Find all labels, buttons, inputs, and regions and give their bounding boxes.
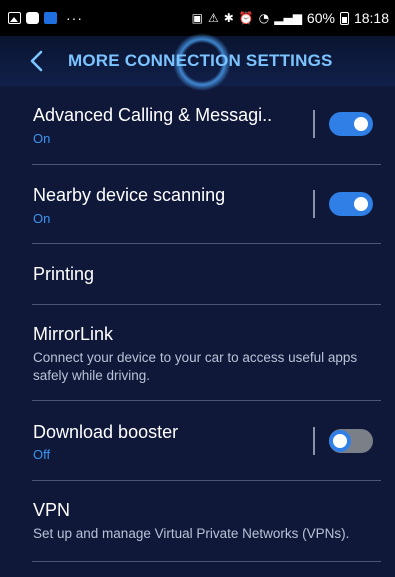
setting-status: On — [33, 211, 51, 226]
setting-mirrorlink[interactable]: MirrorLink Connect your device to your c… — [0, 305, 395, 401]
toggle-knob — [329, 430, 351, 452]
setting-description: Connect your device to your car to acces… — [33, 350, 358, 383]
setting-vpn[interactable]: VPN Set up and manage Virtual Private Ne… — [0, 481, 395, 563]
toggle-knob — [350, 193, 372, 215]
advanced-calling-toggle[interactable] — [329, 112, 373, 136]
toggle-knob — [350, 113, 372, 135]
status-bar-left: ··· — [8, 10, 83, 26]
row-separator — [313, 190, 315, 218]
wifi-icon: ◔ — [258, 11, 270, 25]
setting-title: MirrorLink — [33, 324, 114, 344]
setting-title: Download booster — [33, 422, 179, 442]
setting-description: Set up and manage Virtual Private Networ… — [33, 526, 350, 541]
row-separator — [313, 110, 315, 138]
clock: 18:18 — [353, 10, 389, 26]
download-booster-toggle[interactable] — [329, 429, 373, 453]
setting-nearby-scanning[interactable]: Nearby device scanning On — [0, 165, 395, 244]
setting-printing[interactable]: Printing — [0, 244, 395, 305]
bluetooth-icon: ✱ — [223, 11, 234, 25]
setting-title: VPN — [33, 500, 71, 520]
nearby-scanning-toggle[interactable] — [329, 192, 373, 216]
page-title: MORE CONNECTION SETTINGS — [68, 51, 333, 70]
alarm-icon: ⏰ — [238, 11, 254, 25]
gallery-icon — [8, 12, 21, 24]
row-separator — [313, 427, 315, 455]
app-header: MORE CONNECTION SETTINGS — [0, 30, 395, 94]
alert-icon: ⚠ — [207, 11, 219, 25]
battery-percent: 60% — [306, 10, 335, 26]
more-notifications-icon: ··· — [66, 10, 83, 26]
status-bar-right: ▣ ⚠ ✱ ⏰ ◔ ▂▄▆ 60% 18:18 — [192, 10, 389, 26]
setting-advanced-calling[interactable]: Advanced Calling & Messagi.. On — [0, 86, 395, 165]
setting-title: Printing — [33, 264, 95, 284]
setting-status: Off — [33, 447, 51, 462]
setting-status: On — [33, 131, 51, 146]
setting-title: Advanced Calling & Messagi.. — [33, 105, 273, 125]
settings-list: Advanced Calling & Messagi.. On Nearby d… — [0, 86, 395, 563]
battery-icon — [339, 11, 349, 25]
setting-title: Nearby device scanning — [33, 185, 226, 205]
app-icon — [44, 12, 57, 24]
signal-icon: ▂▄▆ — [274, 11, 302, 25]
chat-icon — [26, 12, 39, 24]
sim-icon: ▣ — [191, 11, 203, 25]
setting-download-booster[interactable]: Download booster Off — [0, 401, 395, 481]
divider — [32, 561, 381, 562]
back-arrow-icon[interactable] — [26, 49, 48, 73]
